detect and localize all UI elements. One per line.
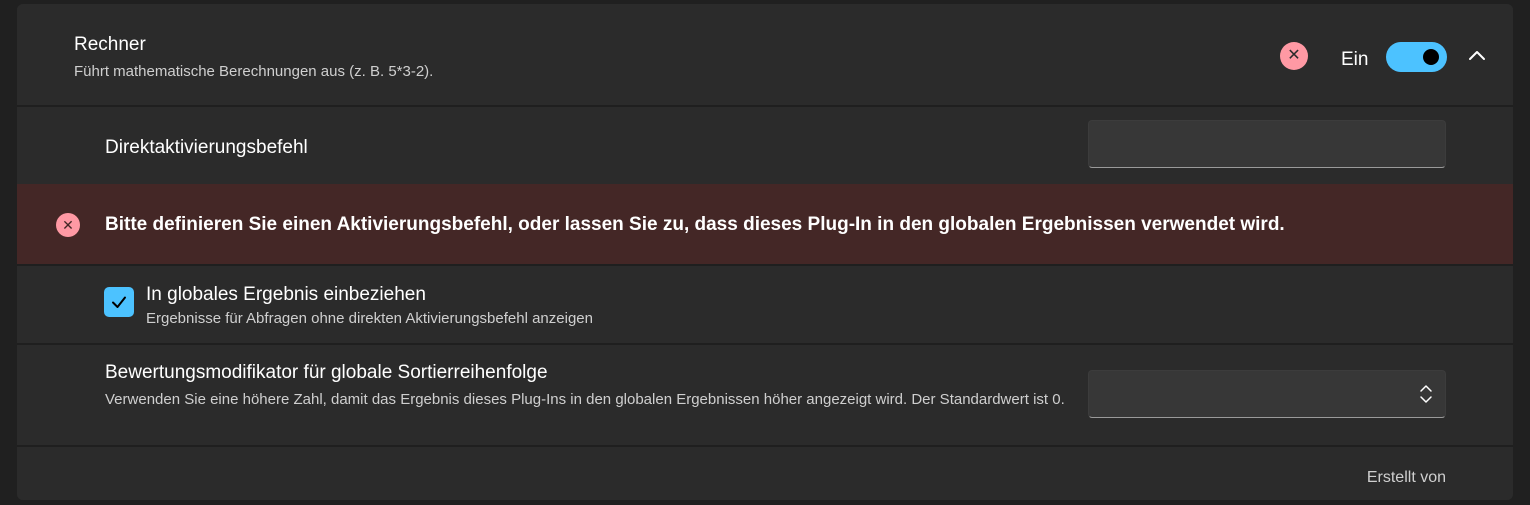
global-result-checkbox[interactable] <box>104 287 134 317</box>
enable-toggle[interactable] <box>1386 42 1447 72</box>
error-infobar: ✕ Bitte definieren Sie einen Aktivierung… <box>17 184 1513 264</box>
global-result-description: Ergebnisse für Abfragen ohne direkten Ak… <box>146 310 593 327</box>
direct-activation-row: Direktaktivierungsbefehl <box>17 107 1513 185</box>
global-result-label: In globales Ergebnis einbeziehen <box>146 284 426 305</box>
plugin-card: Rechner Führt mathematische Berechnungen… <box>17 4 1513 500</box>
direct-activation-label: Direktaktivierungsbefehl <box>105 137 308 158</box>
error-message: Bitte definieren Sie einen Aktivierungsb… <box>105 214 1285 235</box>
plugin-footer: Erstellt von <box>17 447 1513 500</box>
score-modifier-label: Bewertungsmodifikator für globale Sortie… <box>105 362 548 383</box>
plugin-header[interactable]: Rechner Führt mathematische Berechnungen… <box>17 4 1513 105</box>
close-circle-icon: ✕ <box>56 213 80 237</box>
checkmark-icon <box>112 296 126 308</box>
plugin-title: Rechner <box>74 34 146 55</box>
global-result-row: In globales Ergebnis einbeziehen Ergebni… <box>17 266 1513 343</box>
toggle-label: Ein <box>1341 49 1369 70</box>
author-label: Erstellt von <box>1366 469 1446 486</box>
score-modifier-row: Bewertungsmodifikator für globale Sortie… <box>17 345 1513 445</box>
spin-updown-icon[interactable] <box>1417 383 1435 405</box>
direct-activation-input[interactable] <box>1088 120 1446 168</box>
score-modifier-input[interactable] <box>1088 370 1446 418</box>
plugin-description: Führt mathematische Berechnungen aus (z.… <box>74 63 434 80</box>
chevron-up-icon[interactable] <box>1465 44 1489 68</box>
toggle-knob <box>1423 49 1439 65</box>
score-modifier-description: Verwenden Sie eine höhere Zahl, damit da… <box>105 391 1065 408</box>
close-icon: ✕ <box>1280 42 1308 70</box>
